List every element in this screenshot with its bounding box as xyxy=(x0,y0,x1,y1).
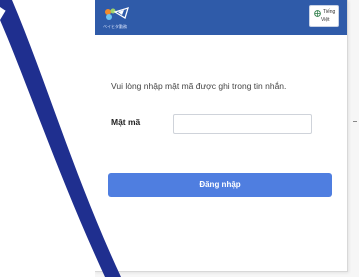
edge-tick xyxy=(353,121,357,122)
screen: ベイヒタ勤務 Tiếng Việt Vui lòng nhập mật mã đ… xyxy=(0,0,359,277)
overlay-stripes xyxy=(0,0,121,277)
